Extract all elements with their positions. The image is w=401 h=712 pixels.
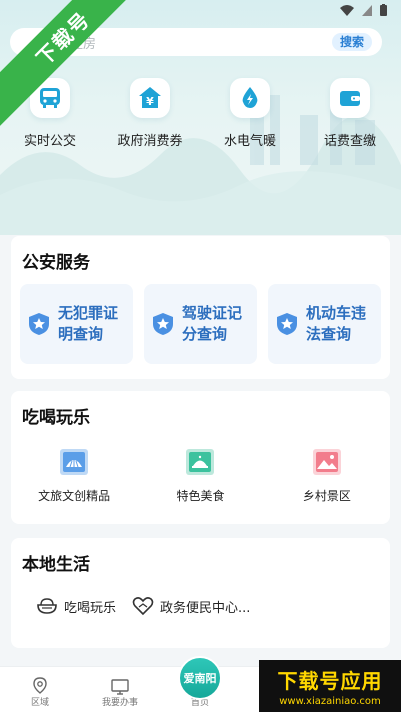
shield-star-icon <box>29 313 49 335</box>
fun-item-label: 文旅文创精品 <box>38 489 111 503</box>
monitor-icon <box>111 679 129 695</box>
nav-item-services[interactable]: 我要办事 <box>80 667 160 712</box>
fun-item-food[interactable]: 特色美食 <box>137 447 263 504</box>
fun-item-label: 乡村景区 <box>302 489 351 503</box>
police-item-vehicle-violation[interactable]: 机动车违法查询 <box>268 284 381 364</box>
section-title: 本地生活 <box>22 555 90 575</box>
landscape-icon <box>312 449 341 475</box>
police-item-label: 驾驶证记分查询 <box>182 304 243 343</box>
heart-hands-icon <box>132 597 154 616</box>
local-item-service-center[interactable]: 政务便民中心... <box>132 596 250 616</box>
signal-icon <box>362 4 372 16</box>
bowl-icon <box>37 598 57 614</box>
location-icon <box>33 677 47 694</box>
watermark-url: www.xiazainiao.com <box>279 696 381 707</box>
food-fun-card: 吃喝玩乐 文旅文创精品 特色美食 乡村景区 <box>11 391 390 524</box>
nav-label: 区域 <box>30 698 49 708</box>
section-title: 公安服务 <box>22 253 90 273</box>
home-logo-text: 爱南阳 <box>183 672 217 685</box>
local-item-food[interactable]: 吃喝玩乐 <box>36 596 116 616</box>
watermark-badge: 下载号应用 www.xiazainiao.com <box>259 660 401 712</box>
section-title: 吃喝玩乐 <box>22 408 90 428</box>
wifi-icon <box>340 4 354 16</box>
watermark-ribbon-text: 下载号 <box>31 6 95 70</box>
shield-star-icon <box>277 313 297 335</box>
quick-item-utilities[interactable]: 水电气暖 <box>200 78 300 149</box>
fun-item-culture[interactable]: 文旅文创精品 <box>11 447 137 504</box>
wallet-icon <box>330 78 370 118</box>
fan-icon <box>60 449 89 475</box>
police-grid: 无犯罪证明查询 驾驶证记分查询 机动车违法查询 <box>20 284 381 364</box>
quick-item-phone-bill[interactable]: 话费查缴 <box>300 78 400 149</box>
local-life-row: 吃喝玩乐 政务便民中心... <box>36 596 250 616</box>
police-item-no-crime[interactable]: 无犯罪证明查询 <box>20 284 133 364</box>
watermark-ribbon: 下载号 <box>0 0 150 150</box>
police-services-card: 公安服务 无犯罪证明查询 驾驶证记分查询 机动车违法查询 <box>11 236 390 379</box>
nav-item-region[interactable]: 区域 <box>0 667 80 712</box>
local-item-label: 政务便民中心... <box>160 600 251 616</box>
quick-label: 话费查缴 <box>323 134 376 149</box>
water-drop-icon <box>230 78 270 118</box>
shield-star-icon <box>153 313 173 335</box>
search-button[interactable]: 搜索 <box>331 33 372 51</box>
police-item-label: 无犯罪证明查询 <box>58 304 119 343</box>
watermark-title: 下载号应用 <box>277 669 383 693</box>
police-item-license-points[interactable]: 驾驶证记分查询 <box>144 284 257 364</box>
police-item-label: 机动车违法查询 <box>306 304 367 343</box>
fun-grid: 文旅文创精品 特色美食 乡村景区 <box>11 447 390 504</box>
local-life-card: 本地生活 吃喝玩乐 政务便民中心... <box>11 538 390 648</box>
battery-icon <box>380 4 387 16</box>
fun-item-label: 特色美食 <box>176 489 225 503</box>
home-logo-icon[interactable]: 爱南阳 <box>178 656 222 700</box>
food-cloche-icon <box>186 449 215 475</box>
quick-label: 水电气暖 <box>223 134 276 149</box>
local-item-label: 吃喝玩乐 <box>64 600 117 616</box>
nav-label: 我要办事 <box>101 698 138 708</box>
fun-item-scenic[interactable]: 乡村景区 <box>264 447 390 504</box>
